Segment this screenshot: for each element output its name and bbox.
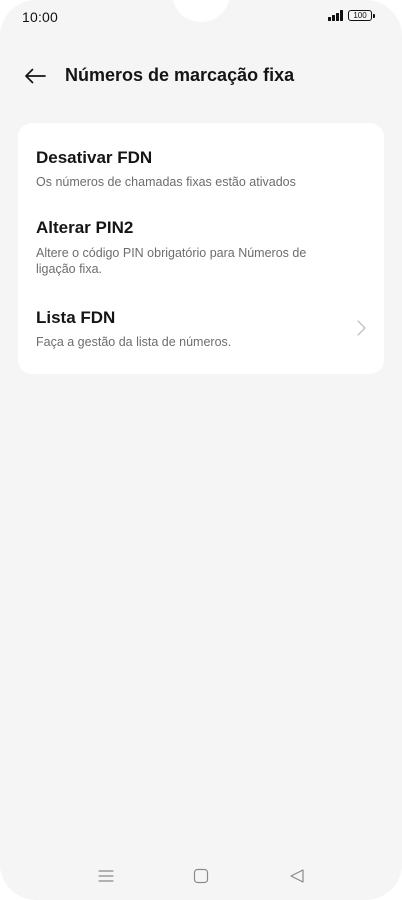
phone-screen: 10:00 100 Números de marcação fixa Desat…: [0, 0, 402, 900]
menu-button[interactable]: [94, 864, 118, 888]
battery-level: 100: [353, 10, 367, 20]
item-subtitle: Os números de chamadas fixas estão ativa…: [36, 175, 296, 189]
back-triangle-icon: [290, 869, 304, 883]
chevron-right-icon: [357, 320, 366, 336]
back-button[interactable]: [22, 64, 48, 88]
page-title: Números de marcação fixa: [65, 65, 295, 85]
battery-icon: 100: [348, 10, 375, 21]
status-bar: 10:00 100: [0, 0, 402, 34]
home-button[interactable]: [189, 864, 213, 888]
disable-fdn-item[interactable]: Desativar FDN Os números de chamadas fix…: [18, 123, 384, 199]
arrow-left-icon: [25, 68, 46, 84]
fdn-list-item[interactable]: Lista FDN Faça a gestão da lista de núme…: [18, 299, 384, 369]
item-title: Desativar FDN: [36, 148, 153, 167]
settings-card: Desativar FDN Os números de chamadas fix…: [18, 123, 384, 374]
status-indicators: 100: [328, 10, 375, 21]
signal-icon: [328, 10, 343, 21]
item-subtitle: Faça a gestão da lista de números.: [36, 335, 232, 349]
menu-icon: [98, 870, 114, 882]
change-pin2-item[interactable]: Alterar PIN2 Altere o código PIN obrigat…: [18, 207, 384, 291]
app-bar: Números de marcação fixa: [0, 56, 402, 96]
item-title: Lista FDN: [36, 308, 116, 327]
navigation-bar: [0, 850, 402, 900]
back-nav-button[interactable]: [285, 864, 309, 888]
item-subtitle: Altere o código PIN obrigatório para Núm…: [36, 246, 307, 276]
item-title: Alterar PIN2: [36, 218, 134, 237]
status-time: 10:00: [22, 9, 59, 25]
home-square-icon: [193, 868, 209, 884]
